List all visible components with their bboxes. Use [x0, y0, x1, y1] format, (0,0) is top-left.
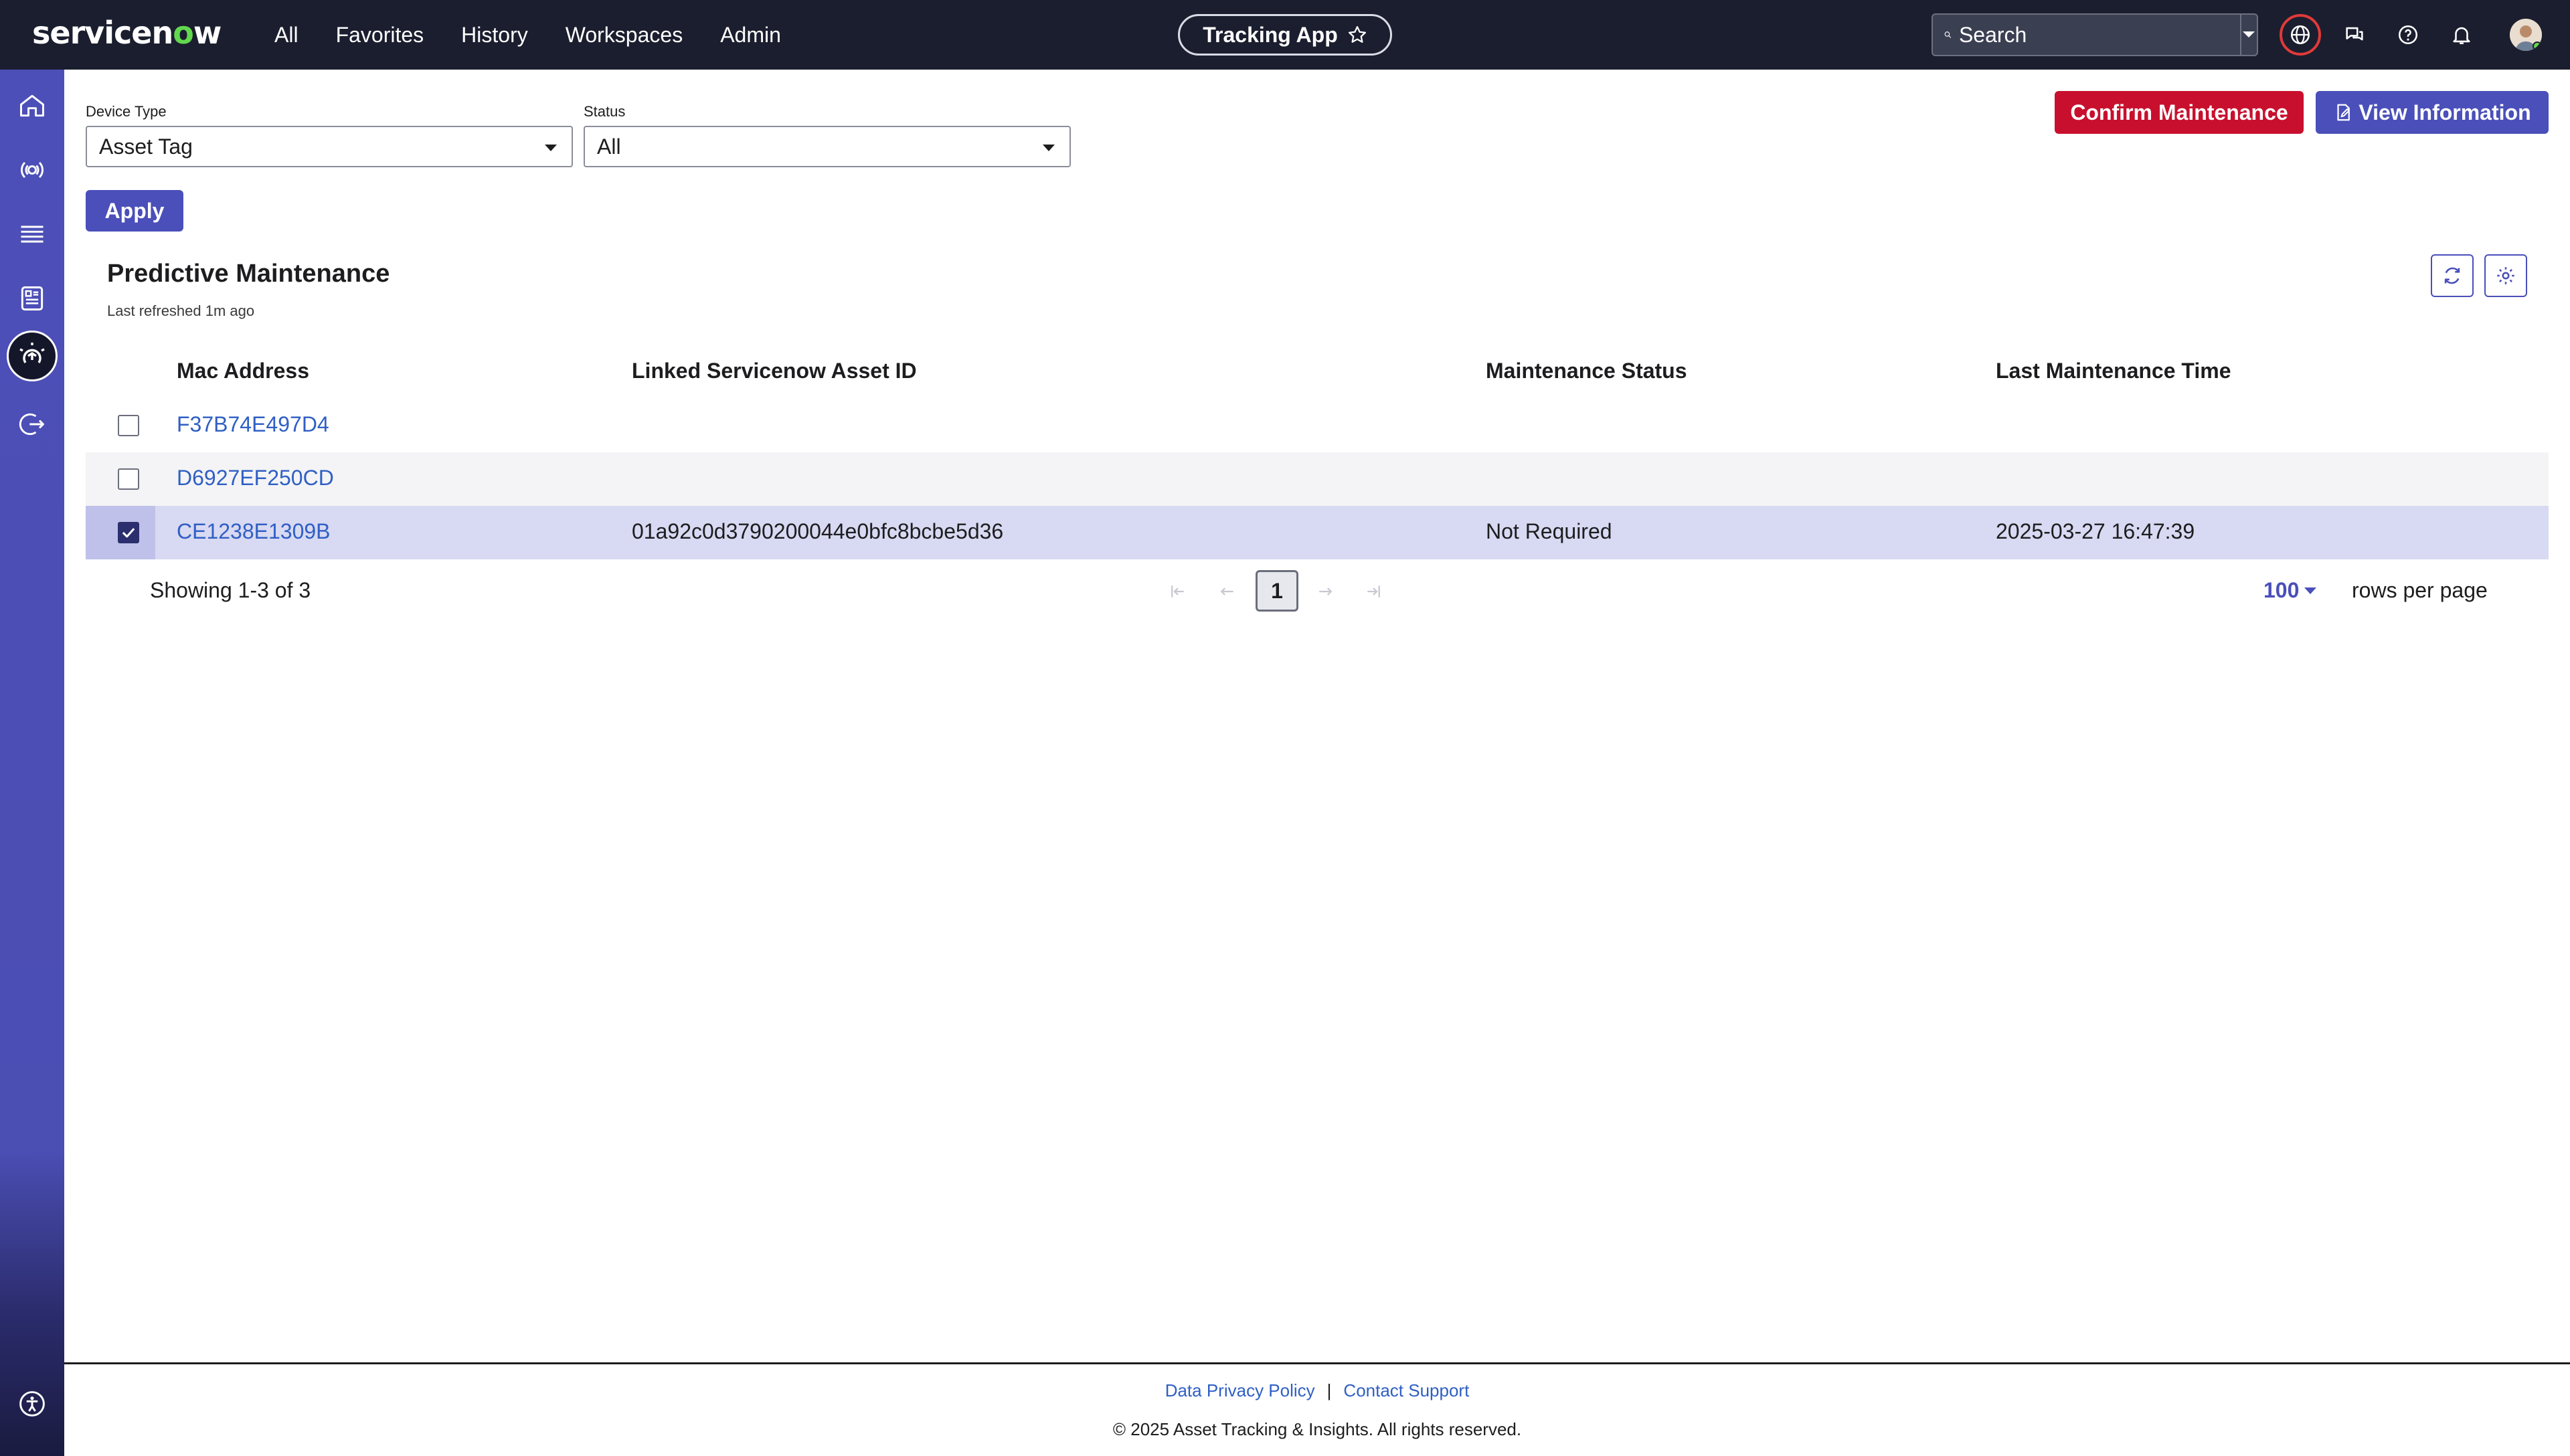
showing-count: Showing 1-3 of 3 [150, 578, 311, 602]
card-title: Predictive Maintenance [107, 260, 390, 288]
left-sidebar [0, 70, 64, 1456]
status-label: Status [584, 103, 626, 120]
caret-down-icon [2304, 587, 2317, 594]
star-icon[interactable] [1347, 25, 1367, 45]
list-icon[interactable] [13, 215, 51, 253]
logout-icon[interactable] [13, 405, 51, 443]
nav-history[interactable]: History [461, 23, 528, 48]
last-refreshed-text: Last refreshed 1m ago [107, 302, 255, 319]
maintenance-status-cell: Not Required [1486, 519, 1612, 543]
refresh-icon [2444, 267, 2460, 284]
status-value: All [597, 134, 621, 159]
help-icon[interactable] [2391, 17, 2425, 52]
previous-page-icon[interactable] [1215, 579, 1239, 604]
column-header-last-maintenance-time[interactable]: Last Maintenance Time [1996, 359, 2231, 383]
nav-admin[interactable]: Admin [720, 23, 781, 48]
rows-per-page-label: rows per page [2352, 578, 2488, 602]
caret-down-icon [545, 145, 557, 151]
view-information-button[interactable]: View Information [2316, 91, 2549, 134]
table-row-selected[interactable]: CE1238E1309B 01a92c0d3790200044e0bfc8bcb… [86, 506, 2549, 559]
online-status-dot [2533, 41, 2542, 51]
last-page-icon[interactable] [1361, 579, 1385, 604]
row-checkbox[interactable] [118, 415, 139, 436]
device-type-value: Asset Tag [99, 134, 193, 159]
maintenance-icon[interactable] [7, 331, 58, 381]
footer-separator: | [1326, 1380, 1332, 1400]
device-type-select[interactable]: Asset Tag [86, 126, 573, 167]
confirm-maintenance-button[interactable]: Confirm Maintenance [2055, 91, 2304, 134]
asset-id-cell: 01a92c0d3790200044e0bfc8bcbe5d36 [632, 519, 1004, 543]
view-information-label: View Information [2359, 100, 2531, 124]
column-header-mac-address[interactable]: Mac Address [177, 359, 309, 383]
gear-icon [2497, 267, 2514, 284]
device-type-label: Device Type [86, 103, 167, 120]
global-search [1932, 13, 2258, 56]
apply-button[interactable]: Apply [86, 190, 183, 232]
rows-per-page-value: 100 [2263, 578, 2300, 602]
app-title: Tracking App [1203, 22, 1338, 47]
document-edit-icon [2337, 104, 2350, 121]
nav-all[interactable]: All [274, 23, 298, 48]
search-icon [1944, 31, 1952, 38]
last-maintenance-time-cell: 2025-03-27 16:47:39 [1996, 519, 2195, 543]
contact-support-link[interactable]: Contact Support [1343, 1380, 1469, 1400]
table-row[interactable]: D6927EF250CD [86, 452, 2549, 506]
home-icon[interactable] [13, 87, 51, 124]
chat-icon[interactable] [2337, 17, 2372, 52]
column-header-asset-id[interactable]: Linked Servicenow Asset ID [632, 359, 917, 383]
status-select[interactable]: All [584, 126, 1071, 167]
first-page-icon[interactable] [1166, 579, 1190, 604]
mac-address-link[interactable]: D6927EF250CD [177, 466, 334, 490]
bell-icon[interactable] [2444, 17, 2479, 52]
column-header-maintenance-status[interactable]: Maintenance Status [1486, 359, 1687, 383]
mac-address-link[interactable]: CE1238E1309B [177, 519, 331, 544]
user-avatar[interactable] [2510, 19, 2542, 51]
page-button-current[interactable]: 1 [1256, 570, 1298, 612]
row-checkbox-checked[interactable] [118, 522, 139, 543]
caret-down-icon [1043, 145, 1055, 151]
main-nav: All Favorites History Workspaces Admin [274, 0, 819, 70]
privacy-policy-link[interactable]: Data Privacy Policy [1165, 1380, 1315, 1400]
rows-per-page-select[interactable]: 100 [2263, 578, 2317, 603]
table-row[interactable]: F37B74E497D4 [86, 399, 2549, 452]
copyright-text: © 2025 Asset Tracking & Insights. All ri… [1112, 1419, 1522, 1439]
radar-icon[interactable] [13, 151, 51, 189]
app-title-pill[interactable]: Tracking App [1178, 14, 1392, 56]
nav-favorites[interactable]: Favorites [336, 23, 424, 48]
footer-links: Data Privacy Policy | Contact Support [64, 1380, 2570, 1401]
globe-icon[interactable] [2280, 14, 2321, 56]
mac-address-link[interactable]: F37B74E497D4 [177, 412, 329, 437]
next-page-icon[interactable] [1313, 579, 1337, 604]
page-footer: Data Privacy Policy | Contact Support © 20… [64, 1362, 2570, 1456]
caret-down-icon [2243, 31, 2255, 37]
accessibility-icon[interactable] [13, 1385, 51, 1423]
nav-workspaces[interactable]: Workspaces [566, 23, 683, 48]
servicenow-logo[interactable]: servicenow [32, 15, 222, 51]
dashboard-icon[interactable] [13, 280, 51, 317]
search-scope-dropdown[interactable] [2239, 15, 2257, 55]
row-checkbox[interactable] [118, 468, 139, 490]
refresh-button[interactable] [2431, 254, 2474, 297]
top-navigation-bar: servicenow All Favorites History Workspa… [0, 0, 2570, 70]
checkmark-icon [122, 528, 135, 538]
search-input[interactable] [1958, 22, 2240, 48]
settings-button[interactable] [2484, 254, 2527, 297]
